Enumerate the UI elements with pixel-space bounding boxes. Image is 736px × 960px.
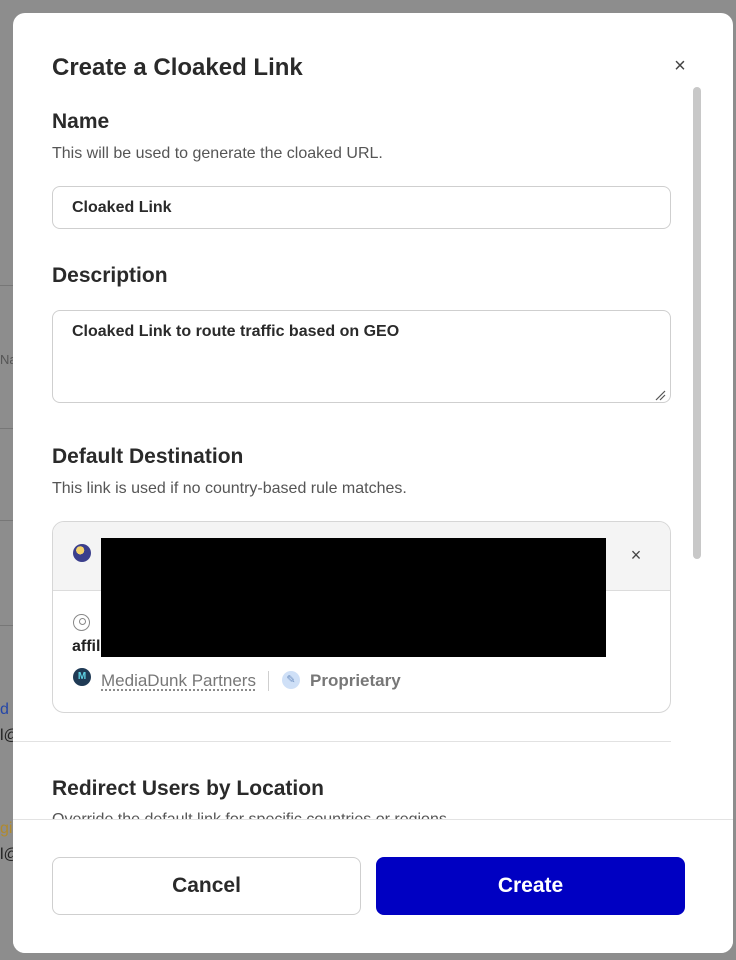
offer-avatar-icon	[73, 544, 91, 562]
name-help: This will be used to generate the cloake…	[52, 145, 383, 162]
description-label: Description	[52, 264, 168, 287]
redirect-by-location-label: Redirect Users by Location	[52, 777, 324, 800]
modal-body: Create a Cloaked Link × Name This will b…	[13, 13, 713, 819]
modal-scrollbar[interactable]	[691, 85, 703, 565]
name-label: Name	[52, 110, 110, 133]
create-button[interactable]: Create	[376, 857, 685, 915]
description-textarea[interactable]: Cloaked Link to route traffic based on G…	[52, 310, 671, 403]
modal-footer: Cancel Create	[13, 819, 733, 953]
background-divider	[0, 428, 14, 429]
network-logo-icon: M	[73, 668, 91, 686]
background-divider	[0, 625, 14, 626]
network-type-label: Proprietary	[310, 671, 401, 690]
redirect-by-location-help: Override the default link for specific c…	[52, 811, 451, 819]
destination-card: × affil M MediaDunk Partners ✎ Proprieta…	[52, 521, 671, 713]
background-text: d	[0, 701, 9, 718]
close-icon[interactable]: ×	[669, 55, 691, 77]
affiliate-link-text: affil	[72, 638, 101, 655]
proprietary-icon: ✎	[282, 671, 300, 689]
default-destination-help: This link is used if no country-based ru…	[52, 480, 407, 497]
meta-divider	[268, 671, 269, 691]
section-divider	[13, 741, 671, 742]
network-name-link[interactable]: MediaDunk Partners	[101, 671, 256, 691]
background-divider	[0, 520, 14, 521]
scrollbar-thumb[interactable]	[693, 87, 701, 559]
redacted-region	[101, 538, 606, 657]
resize-grip-icon[interactable]	[654, 389, 666, 401]
background-divider	[0, 285, 14, 286]
cancel-button[interactable]: Cancel	[52, 857, 361, 915]
create-cloaked-link-modal: Create a Cloaked Link × Name This will b…	[13, 13, 733, 953]
user-circle-icon	[73, 614, 90, 631]
modal-title: Create a Cloaked Link	[52, 54, 303, 81]
remove-destination-icon[interactable]: ×	[626, 545, 646, 565]
name-input[interactable]	[52, 186, 671, 229]
default-destination-label: Default Destination	[52, 445, 244, 468]
